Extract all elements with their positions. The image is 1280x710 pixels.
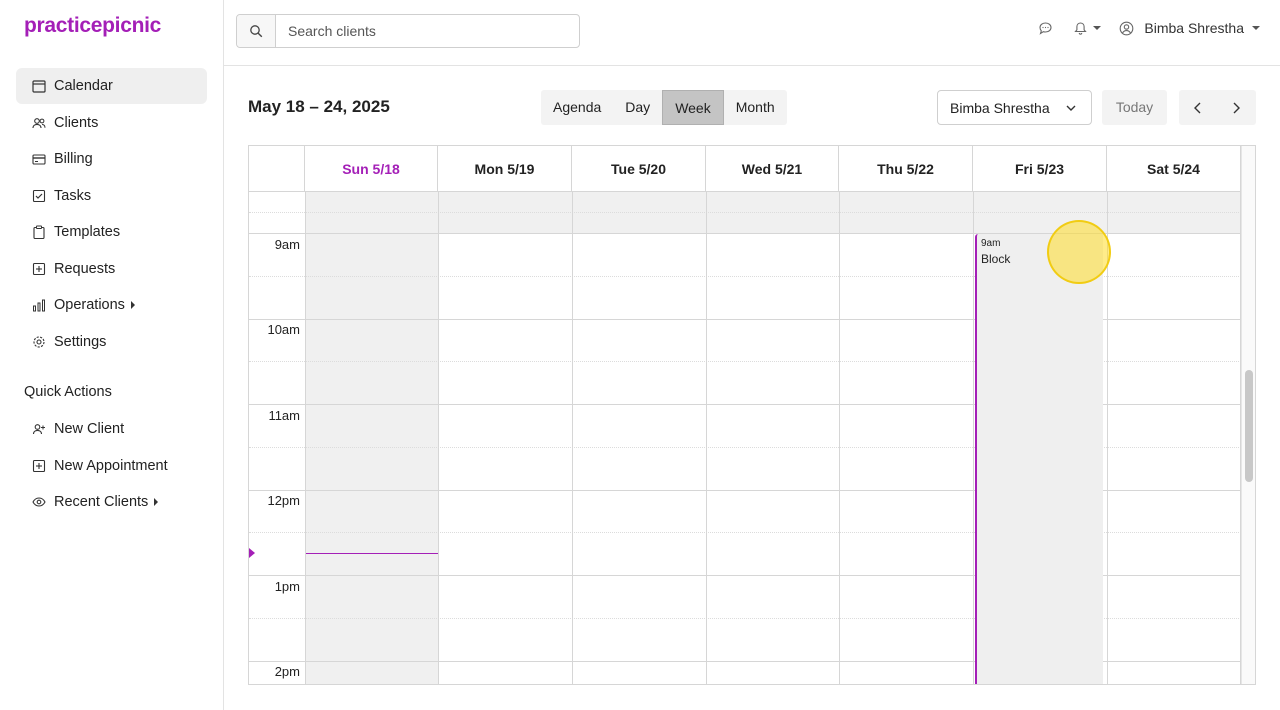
search-box <box>236 14 580 48</box>
chevron-right-icon <box>130 301 135 309</box>
day-header-thu[interactable]: Thu 5/22 <box>839 146 973 192</box>
view-agenda-button[interactable]: Agenda <box>541 90 613 125</box>
quick-action-label: New Client <box>54 421 125 437</box>
sidebar-item-label: Clients <box>54 114 99 131</box>
quick-action-label: Recent Clients <box>54 494 149 510</box>
time-label-10am: 10am <box>267 322 300 337</box>
quick-action-recent-clients[interactable]: Recent Clients <box>16 484 207 520</box>
view-month-button[interactable]: Month <box>724 90 787 125</box>
sidebar-item-label: Operations <box>54 297 125 313</box>
sidebar-item-templates[interactable]: Templates <box>16 214 207 250</box>
day-column-thu[interactable] <box>840 192 974 684</box>
chevron-down-icon <box>1093 26 1102 30</box>
view-switcher: Agenda Day Week Month <box>541 90 787 125</box>
header-actions: Bimba Shrestha <box>1038 20 1260 36</box>
current-time-marker <box>249 548 255 558</box>
user-avatar-icon <box>1120 21 1134 35</box>
plus-square-icon <box>32 262 46 276</box>
search-button[interactable] <box>237 15 276 47</box>
add-user-icon <box>32 422 46 436</box>
eye-icon <box>32 495 46 509</box>
time-gutter <box>249 192 306 684</box>
plus-square-icon <box>32 459 46 473</box>
sidebar-item-label: Requests <box>54 260 116 277</box>
view-week-button[interactable]: Week <box>662 90 724 125</box>
quick-action-new-client[interactable]: New Client <box>16 411 207 447</box>
chat-icon[interactable] <box>1038 21 1053 36</box>
sidebar-item-requests[interactable]: Requests <box>16 251 207 287</box>
top-bar: Bimba Shrestha <box>224 0 1280 66</box>
chevron-down-icon <box>1066 105 1076 111</box>
time-label-12pm: 12pm <box>267 493 300 508</box>
notifications-button[interactable] <box>1073 21 1102 36</box>
credit-card-icon <box>32 152 46 166</box>
sidebar-item-settings[interactable]: Settings <box>16 324 207 360</box>
sidebar-item-label: Templates <box>54 224 121 240</box>
provider-select-value: Bimba Shrestha <box>950 99 1050 116</box>
day-header-fri[interactable]: Fri 5/23 <box>973 146 1107 192</box>
sidebar-item-label: Calendar <box>54 78 113 94</box>
calendar-header: Sun 5/18 Mon 5/19 Tue 5/20 Wed 5/21 Thu … <box>249 146 1241 192</box>
day-column-tue[interactable] <box>573 192 707 684</box>
time-label-9am: 9am <box>274 237 300 252</box>
quick-actions-title: Quick Actions <box>24 384 112 400</box>
chevron-right-icon <box>154 498 159 506</box>
calendar-event[interactable]: 9am Block <box>975 234 1103 684</box>
gear-icon <box>32 335 46 349</box>
time-label-1pm: 1pm <box>274 579 300 594</box>
quick-action-new-appointment[interactable]: New Appointment <box>16 448 207 484</box>
calendar-scrollbar[interactable] <box>1241 146 1255 684</box>
quick-actions-list: New Client New Appointment Recent Client… <box>16 411 207 521</box>
calendar-icon <box>32 79 46 93</box>
today-button[interactable]: Today <box>1102 90 1167 125</box>
app-logo[interactable]: practicepicnic <box>24 14 161 38</box>
next-week-button[interactable] <box>1217 90 1255 125</box>
quick-action-label: New Appointment <box>54 457 168 474</box>
chevron-left-icon <box>1194 102 1201 113</box>
main-nav: Calendar Clients Billing Tasks Templates… <box>16 68 207 360</box>
day-header-sun[interactable]: Sun 5/18 <box>305 146 438 192</box>
user-menu[interactable]: Bimba Shrestha <box>1119 20 1260 36</box>
click-highlight <box>1047 220 1111 284</box>
view-day-button[interactable]: Day <box>613 90 662 125</box>
time-gutter-header <box>249 146 305 192</box>
day-column-wed[interactable] <box>707 192 840 684</box>
time-label-2pm: 2pm <box>274 664 300 679</box>
chevron-down-icon <box>1252 26 1260 30</box>
date-range-title: May 18 – 24, 2025 <box>248 97 390 116</box>
sidebar-item-billing[interactable]: Billing <box>16 141 207 177</box>
users-icon <box>32 116 46 130</box>
user-name: Bimba Shrestha <box>1144 20 1244 36</box>
time-label-11am: 11am <box>268 408 300 423</box>
bar-chart-icon <box>32 298 46 312</box>
day-header-wed[interactable]: Wed 5/21 <box>706 146 839 192</box>
sidebar: practicepicnic Calendar Clients Billing … <box>0 0 224 710</box>
sidebar-item-tasks[interactable]: Tasks <box>16 178 207 214</box>
day-header-mon[interactable]: Mon 5/19 <box>438 146 572 192</box>
sidebar-item-operations[interactable]: Operations <box>16 287 207 323</box>
day-header-tue[interactable]: Tue 5/20 <box>572 146 706 192</box>
chevron-right-icon <box>1233 102 1240 113</box>
clipboard-icon <box>32 225 46 239</box>
bell-icon <box>1074 21 1088 35</box>
day-column-mon[interactable] <box>439 192 573 684</box>
week-calendar: Sun 5/18 Mon 5/19 Tue 5/20 Wed 5/21 Thu … <box>248 145 1256 685</box>
sidebar-item-clients[interactable]: Clients <box>16 105 207 141</box>
day-header-sat[interactable]: Sat 5/24 <box>1107 146 1241 192</box>
sidebar-item-label: Settings <box>54 333 107 350</box>
checkbox-icon <box>32 189 46 203</box>
current-time-line <box>306 553 438 554</box>
search-input[interactable] <box>276 15 576 47</box>
week-navigation <box>1179 90 1256 125</box>
sidebar-item-label: Billing <box>54 151 93 167</box>
sidebar-item-calendar[interactable]: Calendar <box>16 68 207 104</box>
provider-select[interactable]: Bimba Shrestha <box>937 90 1092 125</box>
search-icon <box>250 25 263 38</box>
sidebar-item-label: Tasks <box>54 187 92 204</box>
day-column-sat[interactable] <box>1108 192 1241 684</box>
prev-week-button[interactable] <box>1179 90 1217 125</box>
scrollbar-thumb[interactable] <box>1245 370 1253 482</box>
day-column-sun[interactable] <box>306 192 439 684</box>
